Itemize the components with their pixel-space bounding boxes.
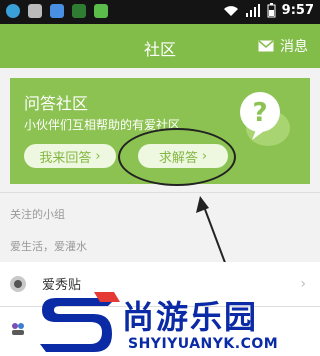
- answer-button[interactable]: 我来回答 ›: [24, 144, 116, 168]
- messages-button[interactable]: 消息: [258, 36, 308, 56]
- list-item[interactable]: 爱秀贴: [10, 274, 81, 293]
- qa-title: 问答社区: [24, 94, 89, 113]
- mail-icon: [28, 4, 42, 18]
- app-bar: 社区 消息: [0, 24, 320, 68]
- status-bar: 9:57: [0, 0, 320, 24]
- game-icon: [72, 4, 86, 18]
- group-avatar-icon: [10, 275, 26, 292]
- annotation-ellipse: [118, 128, 236, 186]
- battery-icon: [267, 3, 276, 18]
- watermark-brand: 尚游乐园: [122, 298, 259, 336]
- chat-icon: [94, 4, 108, 18]
- chevron-right-icon: ›: [95, 148, 101, 164]
- svg-text:?: ?: [252, 98, 267, 128]
- envelope-icon: [258, 40, 274, 52]
- signal-icon: [245, 3, 260, 17]
- app-notification-icon: [6, 4, 20, 18]
- list-item-label: 爱秀贴: [42, 278, 82, 293]
- group-avatar-icon: [12, 323, 24, 335]
- chevron-right-icon: ›: [300, 276, 306, 292]
- divider: [0, 192, 320, 193]
- answer-label: 我来回答: [39, 150, 92, 166]
- watermark-logo: [40, 292, 120, 352]
- wifi-icon: [223, 5, 238, 16]
- followed-groups-header: 关注的小组: [10, 208, 65, 221]
- love-life-header: 爱生活，爱灌水: [10, 240, 87, 253]
- question-bubble-icon: ?: [240, 92, 290, 146]
- watermark-url: SHYIYUANYK.COM: [128, 336, 279, 352]
- app-icon: [50, 4, 64, 18]
- watermark: 尚游乐园 SHYIYUANYK.COM: [36, 292, 320, 356]
- messages-label: 消息: [280, 39, 308, 55]
- status-time: 9:57: [281, 3, 314, 18]
